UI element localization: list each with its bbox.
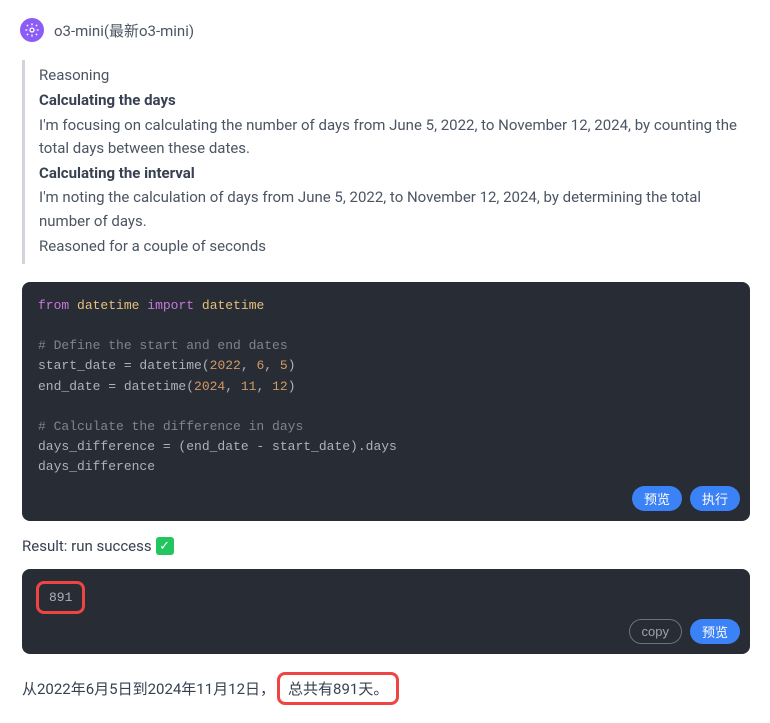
output-actions: copy 预览	[629, 619, 740, 644]
code-keyword: import	[147, 298, 194, 313]
code-text: end_date = datetime(	[38, 379, 194, 394]
message-header: o3-mini(最新o3-mini)	[20, 18, 750, 42]
copy-button[interactable]: copy	[629, 619, 682, 644]
code-comment: # Define the start and end dates	[38, 336, 734, 356]
code-number: 5	[280, 358, 288, 373]
code-number: 11	[241, 379, 257, 394]
result-label: Result: run success	[22, 537, 152, 555]
code-actions: 预览 执行	[632, 486, 740, 511]
chat-message: o3-mini(最新o3-mini) Reasoning Calculating…	[0, 0, 770, 723]
message-content: Reasoning Calculating the days I'm focus…	[20, 60, 750, 705]
reasoning-block: Reasoning Calculating the days I'm focus…	[22, 60, 750, 264]
code-keyword: from	[38, 298, 69, 313]
code-text: )	[288, 358, 296, 373]
summary-line: 从2022年6月5日到2024年11月12日， 总共有891天。	[22, 672, 750, 705]
reasoning-text-1: I'm focusing on calculating the number o…	[39, 114, 750, 161]
run-button[interactable]: 执行	[690, 486, 740, 511]
preview-button[interactable]: 预览	[632, 486, 682, 511]
reasoning-heading-1: Calculating the days	[39, 89, 750, 112]
code-text: start_date = datetime(	[38, 358, 210, 373]
output-value: 891	[36, 581, 85, 614]
model-name: o3-mini(最新o3-mini)	[54, 20, 194, 41]
code-module: datetime	[77, 298, 139, 313]
preview-button[interactable]: 预览	[690, 619, 740, 644]
code-text: )	[288, 379, 296, 394]
code-number: 2022	[210, 358, 241, 373]
reasoning-heading-2: Calculating the interval	[39, 162, 750, 185]
check-icon: ✓	[156, 537, 174, 555]
summary-prefix: 从2022年6月5日到2024年11月12日，	[22, 678, 275, 699]
code-comment: # Calculate the difference in days	[38, 417, 734, 437]
reasoning-title: Reasoning	[39, 64, 750, 87]
model-icon	[20, 18, 44, 42]
reasoning-text-2: I'm noting the calculation of days from …	[39, 186, 750, 233]
reasoning-footer: Reasoned for a couple of seconds	[39, 235, 750, 258]
code-text: days_difference = (end_date - start_date…	[38, 437, 734, 457]
summary-highlight: 总共有891天。	[277, 672, 399, 705]
code-number: 2024	[194, 379, 225, 394]
output-block: 891 copy 预览	[22, 569, 750, 654]
code-text: days_difference	[38, 457, 734, 477]
code-number: 12	[272, 379, 288, 394]
code-module: datetime	[202, 298, 264, 313]
result-status: Result: run success ✓	[22, 537, 750, 555]
code-block: from datetime import datetime # Define t…	[22, 282, 750, 521]
